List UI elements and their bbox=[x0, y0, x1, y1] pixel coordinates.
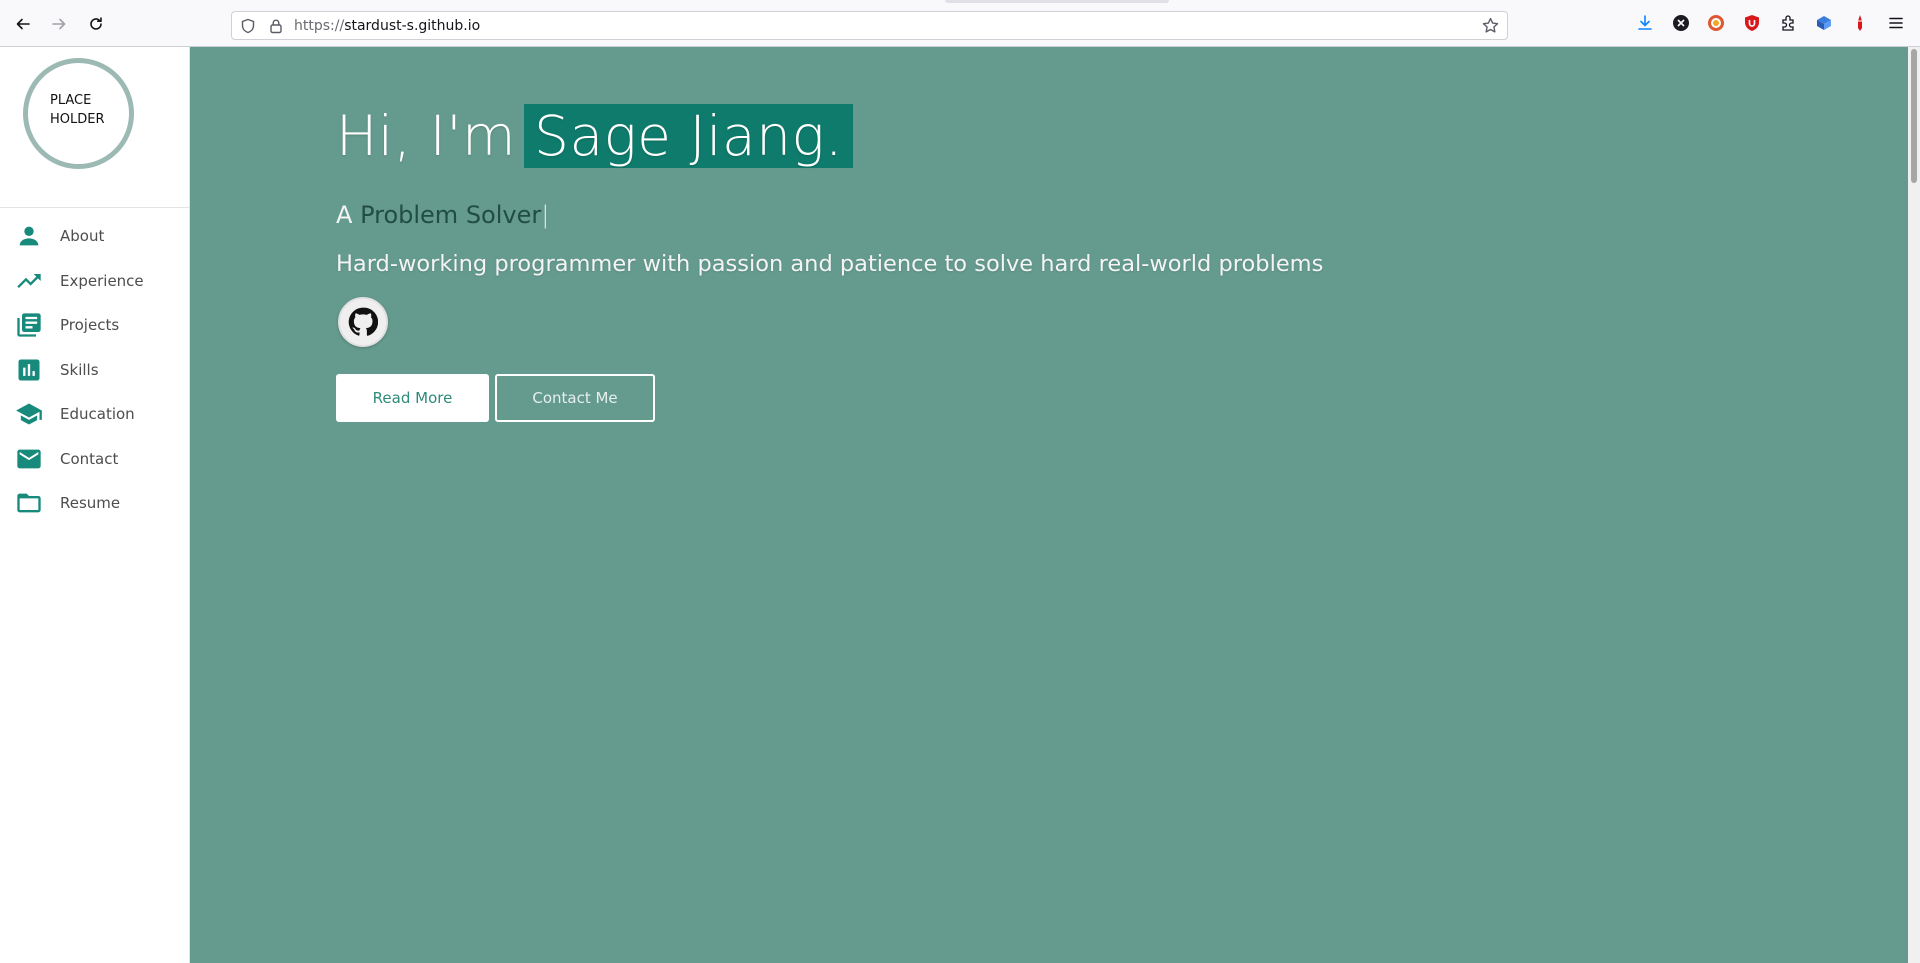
browser-toolbar: https://stardust-s.github.io bbox=[0, 0, 1920, 47]
sidebar-item-about[interactable]: About bbox=[0, 214, 190, 259]
sidebar: PLACE HOLDER About Experience Projects S… bbox=[0, 47, 190, 963]
bitwarden-icon bbox=[1817, 16, 1831, 30]
download-icon bbox=[1638, 15, 1652, 30]
sidebar-item-label: Skills bbox=[60, 360, 99, 379]
sidebar-item-projects[interactable]: Projects bbox=[0, 303, 190, 348]
person-icon bbox=[15, 222, 43, 250]
shield-icon[interactable] bbox=[240, 18, 256, 34]
extensions-button[interactable] bbox=[1779, 14, 1797, 32]
avatar[interactable]: PLACE HOLDER bbox=[23, 58, 134, 169]
url-host: stardust-s.github.io bbox=[344, 18, 481, 34]
avatar-section: PLACE HOLDER bbox=[0, 47, 190, 208]
extensions-icon bbox=[1782, 15, 1794, 31]
x-extension-icon bbox=[1673, 15, 1689, 31]
sidebar-menu: About Experience Projects Skills Educati… bbox=[0, 214, 190, 526]
contact-me-button[interactable]: Contact Me bbox=[495, 374, 655, 422]
downloads-button[interactable] bbox=[1636, 14, 1654, 32]
url-bar[interactable]: https://stardust-s.github.io bbox=[231, 11, 1508, 40]
sidebar-item-contact[interactable]: Contact bbox=[0, 437, 190, 482]
duckduckgo-icon bbox=[1708, 15, 1724, 31]
sidebar-item-skills[interactable]: Skills bbox=[0, 348, 190, 393]
read-more-button[interactable]: Read More bbox=[336, 374, 489, 422]
typing-cursor: | bbox=[541, 201, 550, 229]
avatar-placeholder-text: PLACE HOLDER bbox=[50, 93, 105, 127]
scrollbar-thumb[interactable] bbox=[1911, 49, 1917, 183]
page-scrollbar[interactable] bbox=[1908, 47, 1920, 963]
active-tab-edge[interactable] bbox=[945, 0, 1169, 3]
hero-title: Hi, I'm Sage Jiang. bbox=[336, 104, 854, 168]
hero-greeting: Hi, I'm bbox=[336, 104, 517, 168]
menu-icon bbox=[1889, 17, 1903, 29]
folder-icon bbox=[15, 489, 43, 517]
sidebar-item-label: Contact bbox=[60, 449, 119, 468]
sidebar-item-resume[interactable]: Resume bbox=[0, 481, 190, 526]
github-link[interactable] bbox=[338, 297, 388, 347]
sidebar-item-education[interactable]: Education bbox=[0, 392, 190, 437]
back-button[interactable] bbox=[11, 12, 35, 36]
bar-chart-icon bbox=[15, 356, 43, 384]
back-icon bbox=[16, 18, 30, 30]
trending-up-icon bbox=[15, 267, 43, 295]
pen-extension-button[interactable] bbox=[1851, 14, 1869, 32]
hero-section: Hi, I'm Sage Jiang. A Problem Solver| Har… bbox=[190, 47, 1908, 963]
sidebar-item-label: Experience bbox=[60, 271, 144, 290]
bitwarden-button[interactable] bbox=[1815, 14, 1833, 32]
hero-subtitle: A Problem Solver| bbox=[336, 201, 549, 229]
pen-icon bbox=[1858, 15, 1862, 31]
sidebar-item-label: About bbox=[60, 227, 105, 246]
sidebar-item-label: Education bbox=[60, 405, 135, 424]
url-protocol: https:// bbox=[294, 18, 345, 34]
typed-role: Problem Solver bbox=[360, 201, 542, 229]
forward-button[interactable] bbox=[47, 12, 71, 36]
sidebar-item-experience[interactable]: Experience bbox=[0, 259, 190, 304]
bookmark-star-icon[interactable] bbox=[1482, 17, 1499, 34]
subtitle-prefix: A bbox=[336, 201, 353, 229]
hero-tagline: Hard-working programmer with passion and… bbox=[336, 251, 1324, 277]
reload-button[interactable] bbox=[84, 12, 108, 36]
ublock-button[interactable] bbox=[1743, 14, 1761, 32]
lock-icon[interactable] bbox=[268, 18, 284, 34]
ublock-icon bbox=[1745, 15, 1759, 31]
url-text[interactable]: https://stardust-s.github.io bbox=[294, 18, 480, 34]
hero-name: Sage Jiang. bbox=[524, 104, 854, 168]
duckduckgo-button[interactable] bbox=[1707, 14, 1725, 32]
library-books-icon bbox=[15, 311, 43, 339]
mail-icon bbox=[15, 445, 43, 473]
github-icon bbox=[348, 307, 378, 336]
reload-icon bbox=[90, 17, 102, 30]
x-extension-button[interactable] bbox=[1672, 14, 1690, 32]
app-menu-button[interactable] bbox=[1887, 14, 1905, 32]
sidebar-item-label: Projects bbox=[60, 316, 120, 335]
graduation-cap-icon bbox=[15, 400, 43, 428]
sidebar-item-label: Resume bbox=[60, 494, 121, 513]
forward-icon bbox=[52, 18, 66, 30]
